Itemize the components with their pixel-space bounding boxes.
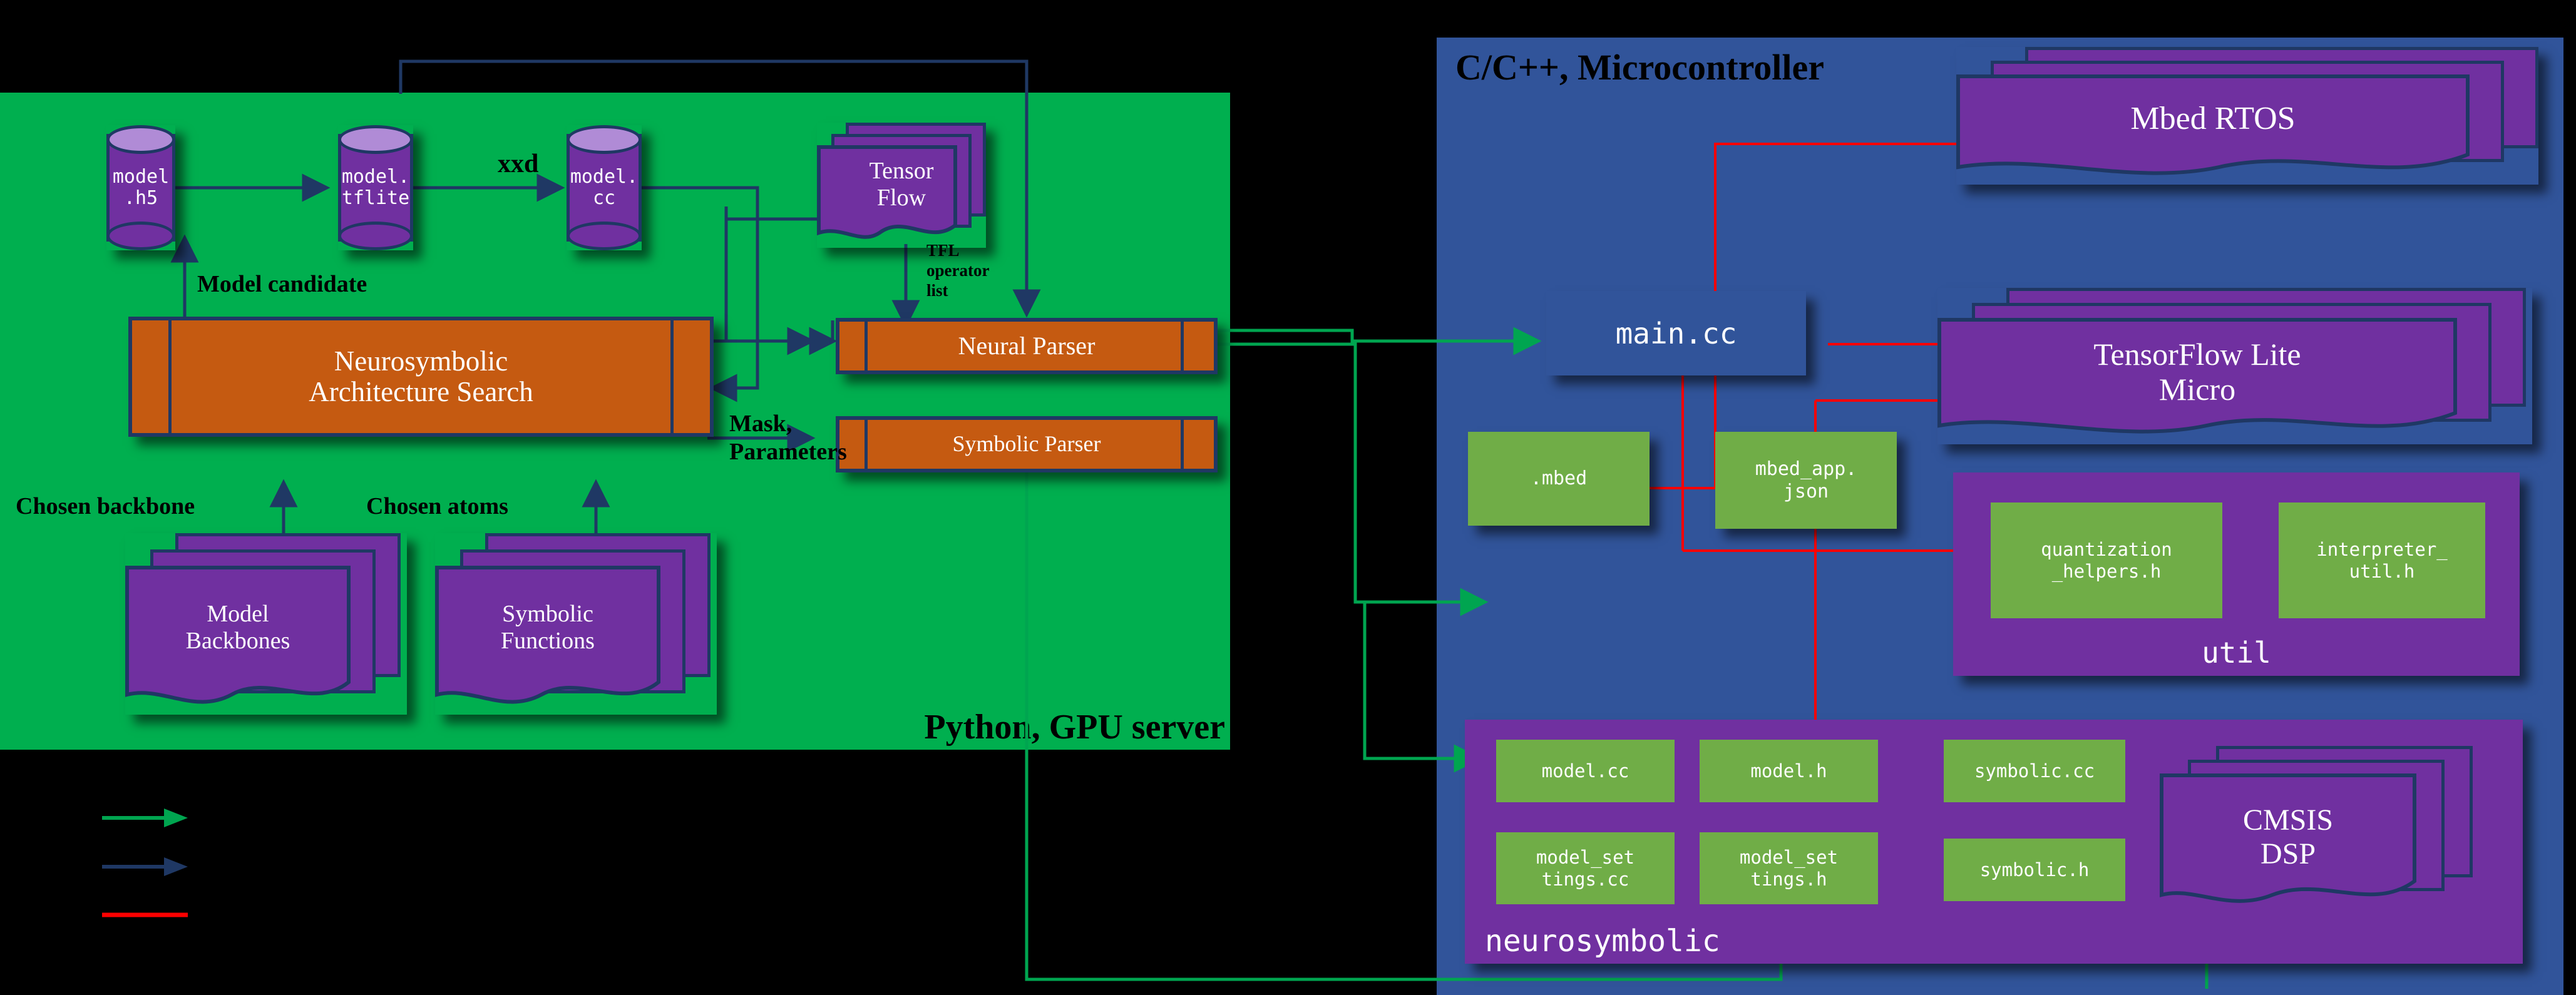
box-left-band <box>132 320 172 433</box>
artifact-model-h5-label: model .h5 <box>112 165 170 209</box>
box-right-band <box>1181 322 1214 370</box>
tensorflow-stack-label: Tensor Flow <box>869 158 934 211</box>
symbolic-cc-box: symbolic.cc <box>1944 740 2125 802</box>
interpreter-util-h-box: interpreter_ util.h <box>2279 503 2485 618</box>
main-cc-box: main.cc <box>1546 291 1806 375</box>
edge-label-xxd: xxd <box>498 150 539 178</box>
artifact-model-cc: model. cc <box>567 125 642 250</box>
edge-label-chosen-atoms: Chosen atoms <box>366 493 508 519</box>
box-left-band <box>839 322 868 370</box>
symbolic-functions-label: Symbolic Functions <box>501 601 595 654</box>
artifact-model-tflite: model. tflite <box>338 125 413 250</box>
symbolic-parser-label: Symbolic Parser <box>952 431 1101 457</box>
neural-parser-box: Neural Parser <box>836 318 1218 374</box>
model-settings-cc-box: model_set tings.cc <box>1496 832 1675 904</box>
nas-label: Neurosymbolic Architecture Search <box>309 345 533 407</box>
artifact-model-h5: model .h5 <box>106 125 175 250</box>
tensorflow-stack: Tensor Flow <box>817 123 986 248</box>
model-h-box: model.h <box>1700 740 1878 802</box>
box-right-band <box>670 320 710 433</box>
util-group-title: util <box>2202 636 2271 670</box>
util-group: quantization _helpers.h interpreter_ uti… <box>1953 472 2520 676</box>
edge-label-model-candidate: Model candidate <box>197 271 367 297</box>
tflite-micro-label: TensorFlow Lite Micro <box>2093 337 2301 407</box>
symbolic-functions-stack: Symbolic Functions <box>435 533 717 715</box>
artifact-model-cc-label: model. cc <box>570 165 639 209</box>
symbolic-parser-box: Symbolic Parser <box>836 416 1218 472</box>
mbed-rtos-label: Mbed RTOS <box>2130 101 2296 136</box>
neural-parser-label: Neural Parser <box>958 332 1096 360</box>
model-settings-h-box: model_set tings.h <box>1700 832 1878 904</box>
model-cc-box: model.cc <box>1496 740 1675 802</box>
edge-label-chosen-backbone: Chosen backbone <box>16 493 195 519</box>
model-backbones-label: Model Backbones <box>185 601 290 654</box>
tflite-micro-stack: TensorFlow Lite Micro <box>1937 288 2532 444</box>
cmsis-dsp-label: CMSIS DSP <box>2242 804 2334 870</box>
artifact-model-tflite-label: model. tflite <box>341 165 410 209</box>
mbed-config-box: .mbed <box>1468 432 1650 526</box>
symbolic-h-box: symbolic.h <box>1944 839 2125 901</box>
mbed-rtos-stack: Mbed RTOS <box>1956 47 2538 185</box>
neurosymbolic-group: model.cc model.h symbolic.cc model_set t… <box>1465 720 2523 964</box>
edge-label-mask-parameters: Mask, Parameters <box>729 411 847 465</box>
neurosymbolic-architecture-search-box: Neurosymbolic Architecture Search <box>128 317 714 437</box>
mbed-app-json-box: mbed_app. json <box>1715 432 1897 529</box>
edge-label-tfl-operator-list: TFL operator list <box>926 241 990 300</box>
quantization-helpers-h-box: quantization _helpers.h <box>1991 503 2222 618</box>
neurosymbolic-group-title: neurosymbolic <box>1485 924 1720 959</box>
box-right-band <box>1181 420 1214 469</box>
cmsis-dsp-stack: CMSIS DSP <box>2160 746 2473 915</box>
model-backbones-stack: Model Backbones <box>125 533 407 715</box>
